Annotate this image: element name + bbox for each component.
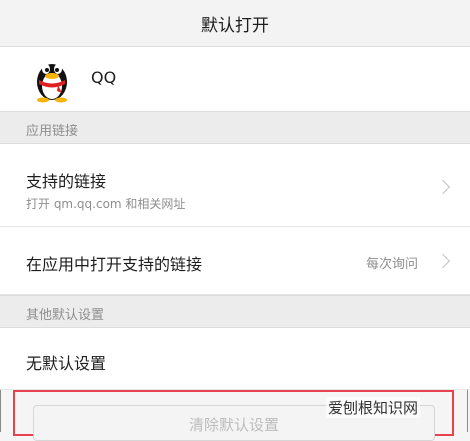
chevron-right-icon (435, 179, 451, 195)
app-row: QQ (0, 47, 470, 111)
no-defaults-item: 无默认设置 (0, 328, 470, 390)
page-title: 默认打开 (201, 15, 269, 36)
section-header-other-defaults: 其他默认设置 (0, 295, 470, 328)
supported-links-subtitle: 打开 qm.qq.com 和相关网址 (26, 197, 186, 211)
supported-links-label: 支持的链接 (26, 172, 107, 191)
open-supported-links-value: 每次询问 (365, 257, 418, 272)
section-title-other-defaults: 其他默认设置 (26, 308, 105, 323)
app-name: QQ (91, 68, 117, 87)
open-supported-links-label: 在应用中打开支持的链接 (26, 255, 203, 274)
qq-penguin-icon (37, 64, 67, 103)
watermark: 爱刨根知识网 (326, 397, 421, 418)
supported-links-item[interactable]: 支持的链接 打开 qm.qq.com 和相关网址 (0, 144, 470, 227)
page-title-bar: 默认打开 (0, 0, 470, 47)
section-title-app-links: 应用链接 (26, 124, 79, 139)
chevron-right-icon (435, 253, 451, 269)
open-supported-links-item[interactable]: 在应用中打开支持的链接 每次询问 (0, 227, 470, 295)
section-header-app-links: 应用链接 (0, 111, 470, 144)
no-defaults-label: 无默认设置 (26, 354, 107, 373)
